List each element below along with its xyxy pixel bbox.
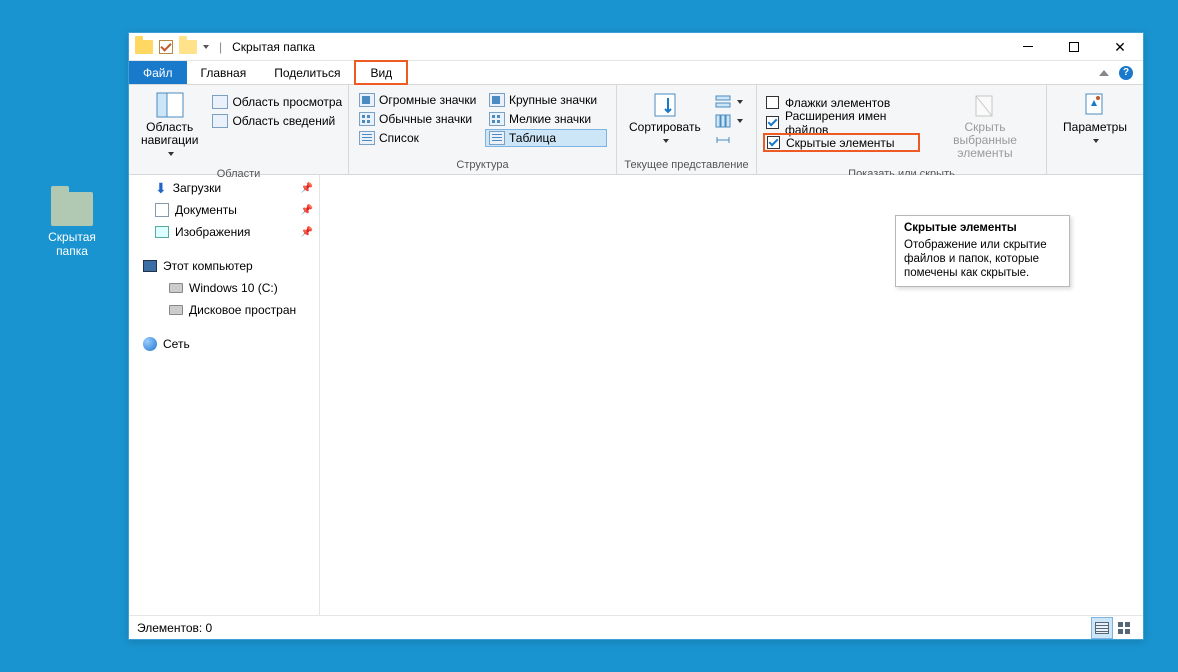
options-button[interactable]: Параметры (1057, 89, 1133, 149)
file-explorer-window: | Скрытая папка ✕ Файл Главная Поделитьс… (128, 32, 1144, 640)
pin-icon: 📌 (301, 205, 313, 216)
tree-drive-c[interactable]: Windows 10 (C:) (129, 277, 319, 299)
file-extensions-toggle[interactable]: Расширения имен файлов (763, 113, 920, 132)
group-label-current-view: Текущее представление (617, 157, 756, 174)
tab-share[interactable]: Поделиться (260, 61, 354, 84)
ribbon-view: Областьнавигации Область просмотра Облас… (129, 85, 1143, 175)
pin-icon: 📌 (301, 227, 313, 238)
view-details-button[interactable] (1091, 617, 1113, 639)
maximize-button[interactable] (1051, 33, 1097, 61)
download-icon: ⬇ (155, 180, 167, 197)
tab-view[interactable]: Вид (354, 60, 408, 85)
layout-list[interactable]: Список (355, 129, 483, 147)
pictures-icon (155, 226, 169, 238)
tooltip-title: Скрытые элементы (904, 222, 1061, 234)
layout-large[interactable]: Крупные значки (485, 91, 607, 109)
add-columns-button[interactable] (711, 112, 747, 130)
status-item-count: Элементов: 0 (137, 621, 212, 635)
window-title: Скрытая папка (232, 40, 315, 54)
navigation-tree[interactable]: ⬇Загрузки📌 Документы📌 Изображения📌 Этот … (129, 175, 320, 615)
qat-dropdown-icon[interactable] (203, 45, 209, 49)
hide-selected-button[interactable]: Скрыть выбранныеэлементы (930, 89, 1040, 162)
tree-pictures[interactable]: Изображения📌 (129, 221, 319, 243)
ribbon-tabs: Файл Главная Поделиться Вид ? (129, 61, 1143, 85)
titlebar: | Скрытая папка ✕ (129, 33, 1143, 61)
group-by-button[interactable] (711, 93, 747, 111)
minimize-button[interactable] (1005, 33, 1051, 61)
tab-home[interactable]: Главная (187, 61, 261, 84)
layout-extra-large[interactable]: Огромные значки (355, 91, 483, 109)
drive-icon (169, 283, 183, 293)
preview-pane-button[interactable]: Область просмотра (208, 93, 346, 111)
folder-icon (135, 40, 153, 54)
view-large-icons-button[interactable] (1113, 617, 1135, 639)
properties-icon[interactable] (159, 40, 173, 54)
desktop-folder-label: Скрытая (42, 230, 102, 244)
tab-file[interactable]: Файл (129, 61, 187, 84)
help-icon[interactable]: ? (1119, 66, 1133, 80)
desktop-folder-label2: папка (42, 244, 102, 258)
layout-medium[interactable]: Обычные значки (355, 110, 483, 128)
size-columns-button[interactable] (711, 131, 747, 149)
tooltip-hidden-items: Скрытые элементы Отображение или скрытие… (895, 215, 1070, 287)
layout-details[interactable]: Таблица (485, 129, 607, 147)
status-bar: Элементов: 0 (129, 615, 1143, 639)
tree-this-pc[interactable]: Этот компьютер (129, 255, 319, 277)
hidden-items-toggle[interactable]: Скрытые элементы (763, 133, 920, 152)
tree-network[interactable]: Сеть (129, 333, 319, 355)
layout-small[interactable]: Мелкие значки (485, 110, 607, 128)
drive-icon (169, 305, 183, 315)
separator: | (219, 40, 222, 54)
navigation-pane-button[interactable]: Областьнавигации (135, 89, 204, 162)
tree-downloads[interactable]: ⬇Загрузки📌 (129, 177, 319, 199)
minimize-ribbon-icon[interactable] (1099, 70, 1109, 76)
pin-icon: 📌 (301, 183, 313, 194)
folder-icon (51, 192, 93, 226)
details-pane-button[interactable]: Область сведений (208, 112, 346, 130)
document-icon (155, 203, 169, 217)
new-folder-icon[interactable] (179, 40, 197, 54)
tooltip-body: Отображение или скрытие файлов и папок, … (904, 238, 1061, 280)
network-icon (143, 337, 157, 351)
sort-button[interactable]: Сортировать (623, 89, 707, 149)
group-label-layout: Структура (349, 157, 616, 174)
tree-drive-d[interactable]: Дисковое простран (129, 299, 319, 321)
computer-icon (143, 260, 157, 272)
tree-documents[interactable]: Документы📌 (129, 199, 319, 221)
desktop-folder-hidden[interactable]: Скрытая папка (42, 192, 102, 258)
close-button[interactable]: ✕ (1097, 33, 1143, 61)
